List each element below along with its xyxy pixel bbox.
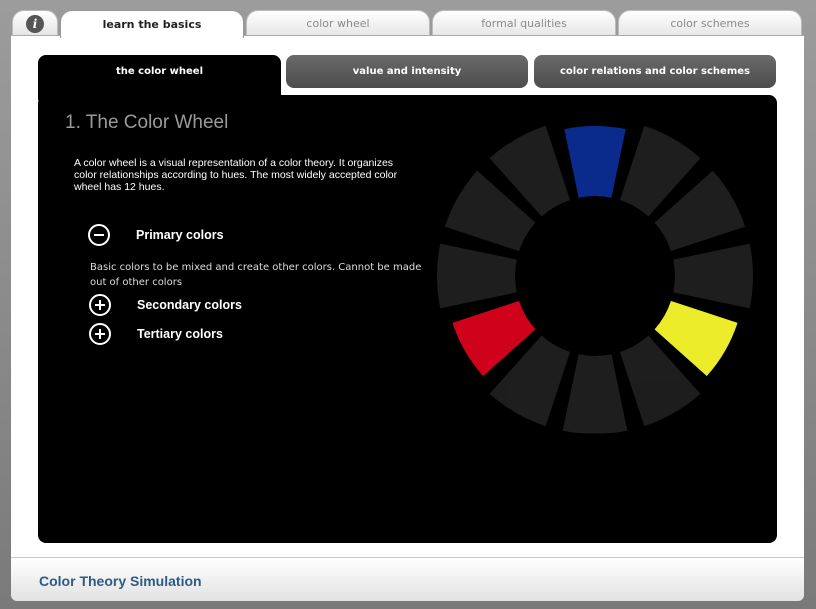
accordion-primary[interactable]: Primary colors (88, 224, 224, 246)
subtab-label: value and intensity (352, 66, 462, 77)
accordion-tertiary-label[interactable]: Tertiary colors (137, 327, 223, 341)
reflection-fade (431, 433, 761, 543)
tab-formal-qualities[interactable]: formal qualities (432, 10, 616, 36)
accordion-secondary-label[interactable]: Secondary colors (137, 298, 242, 312)
accordion-secondary[interactable]: Secondary colors (89, 294, 242, 316)
content-area: 1. The Color Wheel A color wheel is a vi… (38, 95, 777, 543)
subtab-the-color-wheel[interactable]: the color wheel (38, 55, 281, 95)
info-tab[interactable]: i (12, 10, 58, 36)
tab-learn-the-basics[interactable]: learn the basics (60, 10, 244, 38)
collapse-icon[interactable] (88, 224, 110, 246)
wheel-segment-reflection (437, 243, 517, 309)
subtab-label: the color wheel (115, 65, 204, 77)
tab-color-wheel[interactable]: color wheel (246, 10, 430, 36)
section-title: 1. The Color Wheel (65, 112, 229, 133)
subtab-label: color relations and color schemes (560, 66, 750, 77)
accordion-primary-label[interactable]: Primary colors (136, 228, 224, 242)
accordion-primary-desc: Basic colors to be mixed and create othe… (90, 262, 422, 288)
color-wheel (431, 125, 761, 543)
tab-color-schemes[interactable]: color schemes (618, 10, 802, 36)
expand-icon[interactable] (89, 294, 111, 316)
footer-title: Color Theory Simulation (39, 573, 202, 589)
wheel-segment-reflection (673, 243, 753, 309)
intro-text: A color wheel is a visual representation… (74, 157, 398, 193)
subtab-value-and-intensity[interactable]: value and intensity (286, 55, 528, 88)
accordion-tertiary[interactable]: Tertiary colors (89, 323, 223, 345)
wheel-segment-reflection (562, 354, 628, 435)
wheel-segment-reflection (564, 125, 626, 198)
expand-icon[interactable] (89, 323, 111, 345)
footer: Color Theory Simulation (11, 557, 804, 601)
info-icon: i (26, 14, 44, 33)
wheel-reflection (437, 125, 753, 435)
subtab-color-relations[interactable]: color relations and color schemes (534, 55, 776, 88)
